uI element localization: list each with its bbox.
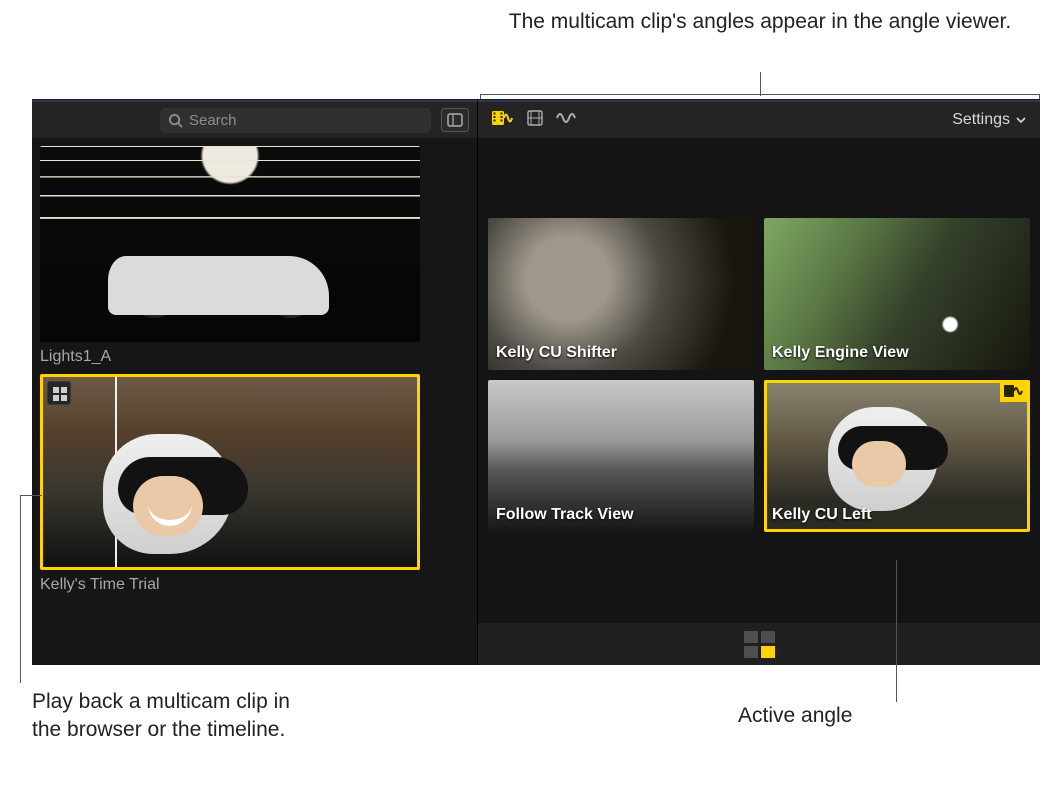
callout-angle-viewer: The multicam clip's angles appear in the… (480, 8, 1040, 36)
clip-thumbnail[interactable] (40, 374, 420, 570)
browser-clip[interactable]: Lights1_A (40, 146, 420, 366)
browser-body: Lights1_A Kelly's Time Trial (32, 138, 477, 665)
chevron-down-icon (1016, 117, 1026, 123)
active-angle-flag-icon (1000, 380, 1030, 402)
angle-label: Kelly CU Shifter (496, 344, 617, 362)
search-icon (168, 113, 183, 128)
browser-layout-button[interactable] (441, 108, 469, 132)
angle-label: Kelly Engine View (772, 344, 909, 362)
clip-thumbnail[interactable] (40, 146, 420, 342)
angle-tile[interactable]: Kelly CU Shifter (488, 218, 754, 370)
angle-viewer-footer (478, 623, 1040, 665)
angle-layout-button[interactable] (744, 631, 775, 658)
browser-clip[interactable]: Kelly's Time Trial (40, 374, 420, 594)
clip-label: Lights1_A (40, 348, 420, 366)
angle-tile[interactable]: Follow Track View (488, 380, 754, 532)
callout-connector-right (896, 560, 897, 702)
angle-viewer-settings[interactable]: Settings (952, 111, 1026, 129)
angle-label: Kelly CU Left (772, 506, 872, 524)
app-window: Lights1_A Kelly's Time Trial (32, 99, 1040, 665)
callout-play-back: Play back a multicam clip in the browser… (32, 688, 292, 745)
angle-viewer-toolbar: Settings (478, 100, 1040, 138)
angle-tile[interactable]: Kelly Engine View (764, 218, 1030, 370)
browser-panel: Lights1_A Kelly's Time Trial (32, 100, 478, 665)
callout-connector-left (20, 495, 21, 683)
settings-label: Settings (952, 111, 1010, 129)
callout-active-angle: Active angle (738, 704, 852, 728)
audio-only-mode-icon[interactable] (556, 110, 578, 131)
video-audio-mode-icon[interactable] (492, 109, 514, 132)
angle-viewer-panel: Settings Kelly CU Shifter Kelly Engine V… (478, 100, 1040, 665)
multicam-badge-icon (47, 381, 71, 405)
video-only-mode-icon[interactable] (526, 109, 544, 132)
search-field[interactable] (160, 108, 431, 133)
angle-label: Follow Track View (496, 506, 634, 524)
angle-grid: Kelly CU Shifter Kelly Engine View Follo… (478, 138, 1040, 623)
browser-toolbar (32, 100, 477, 138)
clip-label: Kelly's Time Trial (40, 576, 420, 594)
filmstrip-icon (447, 113, 463, 127)
search-input[interactable] (187, 111, 423, 130)
angle-tile-active[interactable]: Kelly CU Left (764, 380, 1030, 532)
